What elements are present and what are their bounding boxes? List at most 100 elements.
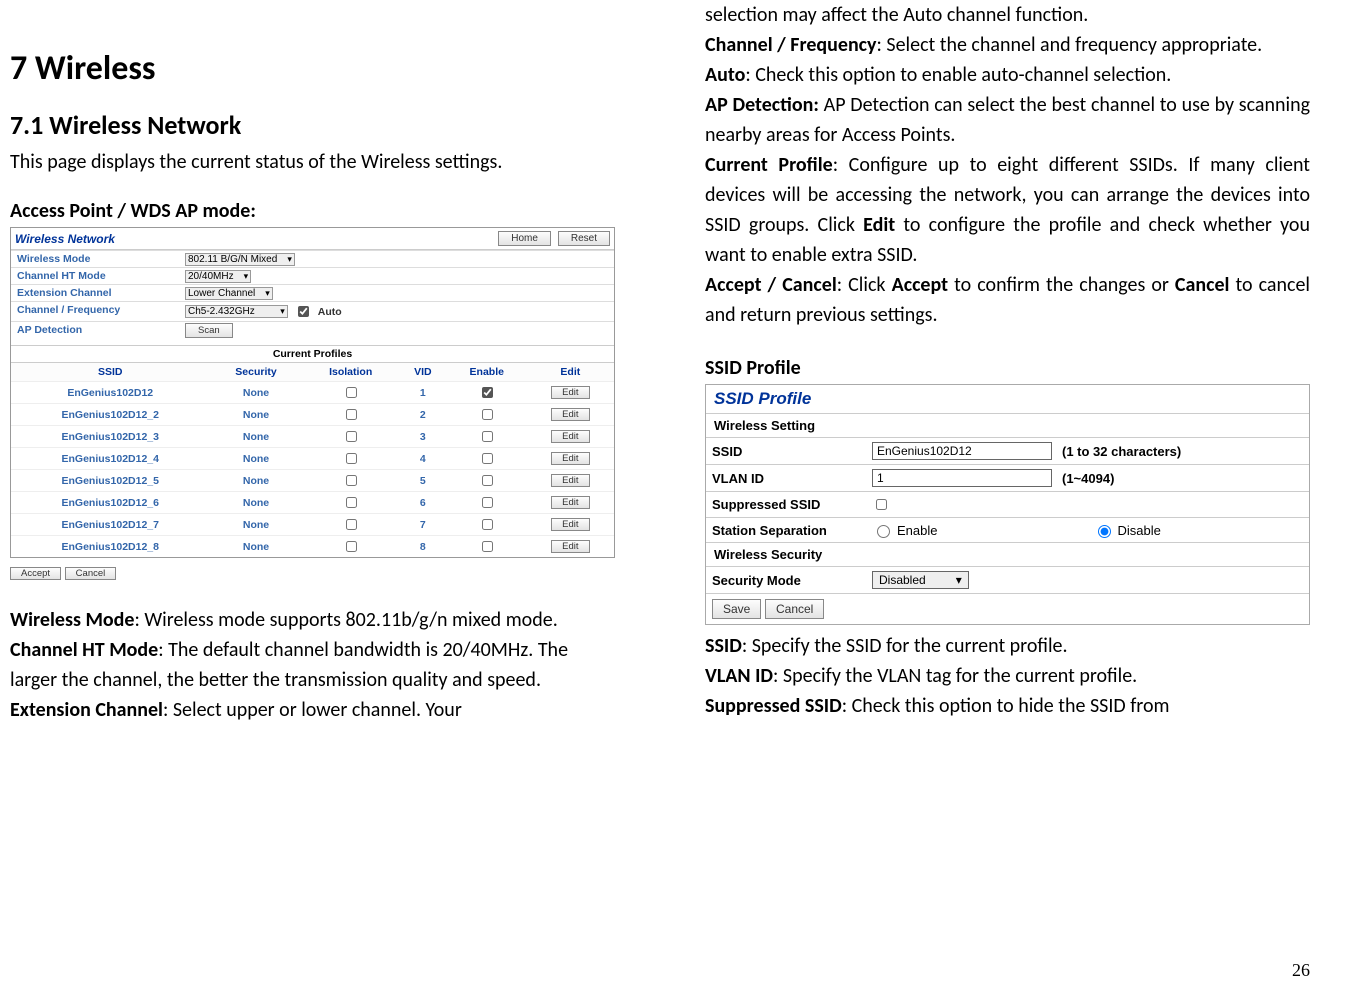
isolation-checkbox[interactable] xyxy=(346,497,357,508)
security-mode-select[interactable]: Disabled▾ xyxy=(872,571,969,589)
current-profiles-header: Current Profiles xyxy=(11,345,614,363)
channel-frequency-select[interactable]: Ch5-2.432GHz ▾ xyxy=(185,305,288,318)
ssid-profile-heading: SSID Profile xyxy=(705,356,1310,380)
profile-vid: 7 xyxy=(399,514,447,536)
profile-security: None xyxy=(209,448,302,470)
edit-button[interactable]: Edit xyxy=(551,430,589,443)
vlan-id-input[interactable] xyxy=(872,469,1052,487)
ht-mode-value: 20/40MHz xyxy=(188,271,234,282)
suppressed-desc-label: Suppressed SSID xyxy=(705,694,842,718)
panel-title: Wireless Network xyxy=(15,232,115,246)
edit-button[interactable]: Edit xyxy=(551,496,589,509)
edit-button[interactable]: Edit xyxy=(551,518,589,531)
accept-button[interactable]: Accept xyxy=(10,567,61,580)
enable-radio[interactable] xyxy=(877,525,890,538)
mode-label: Access Point / WDS AP mode: xyxy=(10,199,615,223)
column-header: Enable xyxy=(447,363,527,382)
enable-checkbox[interactable] xyxy=(482,387,493,398)
ac-t1: : Click xyxy=(837,273,892,297)
profile-security: None xyxy=(209,382,302,404)
profile-enable xyxy=(447,448,527,470)
suppressed-desc: : Check this option to hide the SSID fro… xyxy=(842,694,1170,718)
ht-mode-select[interactable]: 20/40MHz ▾ xyxy=(185,270,251,283)
suppressed-ssid-checkbox[interactable] xyxy=(876,499,887,510)
auto-desc: : Check this option to enable auto-chann… xyxy=(745,63,1171,87)
wireless-mode-label: Wireless Mode xyxy=(11,251,181,267)
isolation-checkbox[interactable] xyxy=(346,541,357,552)
ac-t2: to confirm the changes or xyxy=(948,273,1175,297)
table-row: EnGenius102D12None 1 Edit xyxy=(11,382,614,404)
channel-freq-desc-label: Channel / Frequency xyxy=(705,33,877,57)
enable-checkbox[interactable] xyxy=(482,453,493,464)
isolation-checkbox[interactable] xyxy=(346,409,357,420)
disable-radio[interactable] xyxy=(1098,525,1111,538)
profile-vid: 2 xyxy=(399,404,447,426)
edit-button[interactable]: Edit xyxy=(551,408,589,421)
ssid-input[interactable] xyxy=(872,442,1052,460)
chevron-down-icon: ▾ xyxy=(244,271,249,282)
edit-button[interactable]: Edit xyxy=(551,452,589,465)
enable-checkbox[interactable] xyxy=(482,475,493,486)
profile-isolation xyxy=(303,514,399,536)
enable-checkbox[interactable] xyxy=(482,409,493,420)
enable-checkbox[interactable] xyxy=(482,519,493,530)
profile-vid: 1 xyxy=(399,382,447,404)
reset-button[interactable]: Reset xyxy=(558,231,610,246)
isolation-checkbox[interactable] xyxy=(346,475,357,486)
ap-detection-desc-label: AP Detection: xyxy=(705,93,819,117)
cancel-button[interactable]: Cancel xyxy=(65,567,117,580)
auto-desc-label: Auto xyxy=(705,63,745,87)
ap-detection-label: AP Detection xyxy=(11,322,181,339)
chevron-down-icon: ▾ xyxy=(265,288,270,299)
ssid-desc: : Specify the SSID for the current profi… xyxy=(742,634,1068,658)
profile-ssid: EnGenius102D12_2 xyxy=(11,404,209,426)
intro-text: This page displays the current status of… xyxy=(10,147,615,177)
auto-checkbox[interactable] xyxy=(298,306,309,317)
profile-isolation xyxy=(303,492,399,514)
profile-enable xyxy=(447,382,527,404)
edit-button[interactable]: Edit xyxy=(551,474,589,487)
table-row: EnGenius102D12_3None3Edit xyxy=(11,426,614,448)
profiles-table: SSIDSecurityIsolationVIDEnableEdit EnGen… xyxy=(11,363,614,557)
enable-label: Enable xyxy=(897,523,937,538)
profile-isolation xyxy=(303,426,399,448)
wireless-network-panel: Wireless Network Home Reset Wireless Mod… xyxy=(10,227,615,558)
station-separation-label: Station Separation xyxy=(712,523,862,538)
profile-ssid: EnGenius102D12_6 xyxy=(11,492,209,514)
auto-label: Auto xyxy=(318,306,342,318)
table-row: EnGenius102D12_2None2Edit xyxy=(11,404,614,426)
scan-button[interactable]: Scan xyxy=(185,323,233,338)
profile-ssid: EnGenius102D12 xyxy=(11,382,209,404)
profile-enable xyxy=(447,426,527,448)
extension-channel-label: Extension Channel xyxy=(11,285,181,301)
isolation-checkbox[interactable] xyxy=(346,519,357,530)
current-profile-desc-label: Current Profile xyxy=(705,153,833,177)
profile-edit-cell: Edit xyxy=(527,514,614,536)
home-button[interactable]: Home xyxy=(498,231,551,246)
cancel-button-2[interactable]: Cancel xyxy=(765,599,824,619)
enable-checkbox[interactable] xyxy=(482,541,493,552)
profile-edit-cell: Edit xyxy=(527,448,614,470)
isolation-checkbox[interactable] xyxy=(346,387,357,398)
save-button[interactable]: Save xyxy=(712,599,761,619)
enable-checkbox[interactable] xyxy=(482,431,493,442)
extension-channel-select[interactable]: Lower Channel▾ xyxy=(185,287,273,300)
wireless-mode-value: 802.11 B/G/N Mixed xyxy=(188,254,277,265)
vlan-id-hint: (1~4094) xyxy=(1062,471,1114,486)
ssid-label: SSID xyxy=(712,444,862,459)
edit-button[interactable]: Edit xyxy=(551,386,589,399)
profile-enable xyxy=(447,404,527,426)
vlan-desc-label: VLAN ID xyxy=(705,664,773,688)
wireless-mode-desc: : Wireless mode supports 802.11b/g/n mix… xyxy=(134,608,557,632)
enable-checkbox[interactable] xyxy=(482,497,493,508)
page-number: 26 xyxy=(0,960,1350,981)
profile-ssid: EnGenius102D12_8 xyxy=(11,536,209,558)
edit-button[interactable]: Edit xyxy=(551,540,589,553)
isolation-checkbox[interactable] xyxy=(346,431,357,442)
isolation-checkbox[interactable] xyxy=(346,453,357,464)
wireless-mode-select[interactable]: 802.11 B/G/N Mixed▾ xyxy=(185,253,295,266)
profile-security: None xyxy=(209,492,302,514)
table-row: EnGenius102D12_4None4Edit xyxy=(11,448,614,470)
chevron-down-icon: ▾ xyxy=(956,573,962,587)
security-mode-label: Security Mode xyxy=(712,573,862,588)
